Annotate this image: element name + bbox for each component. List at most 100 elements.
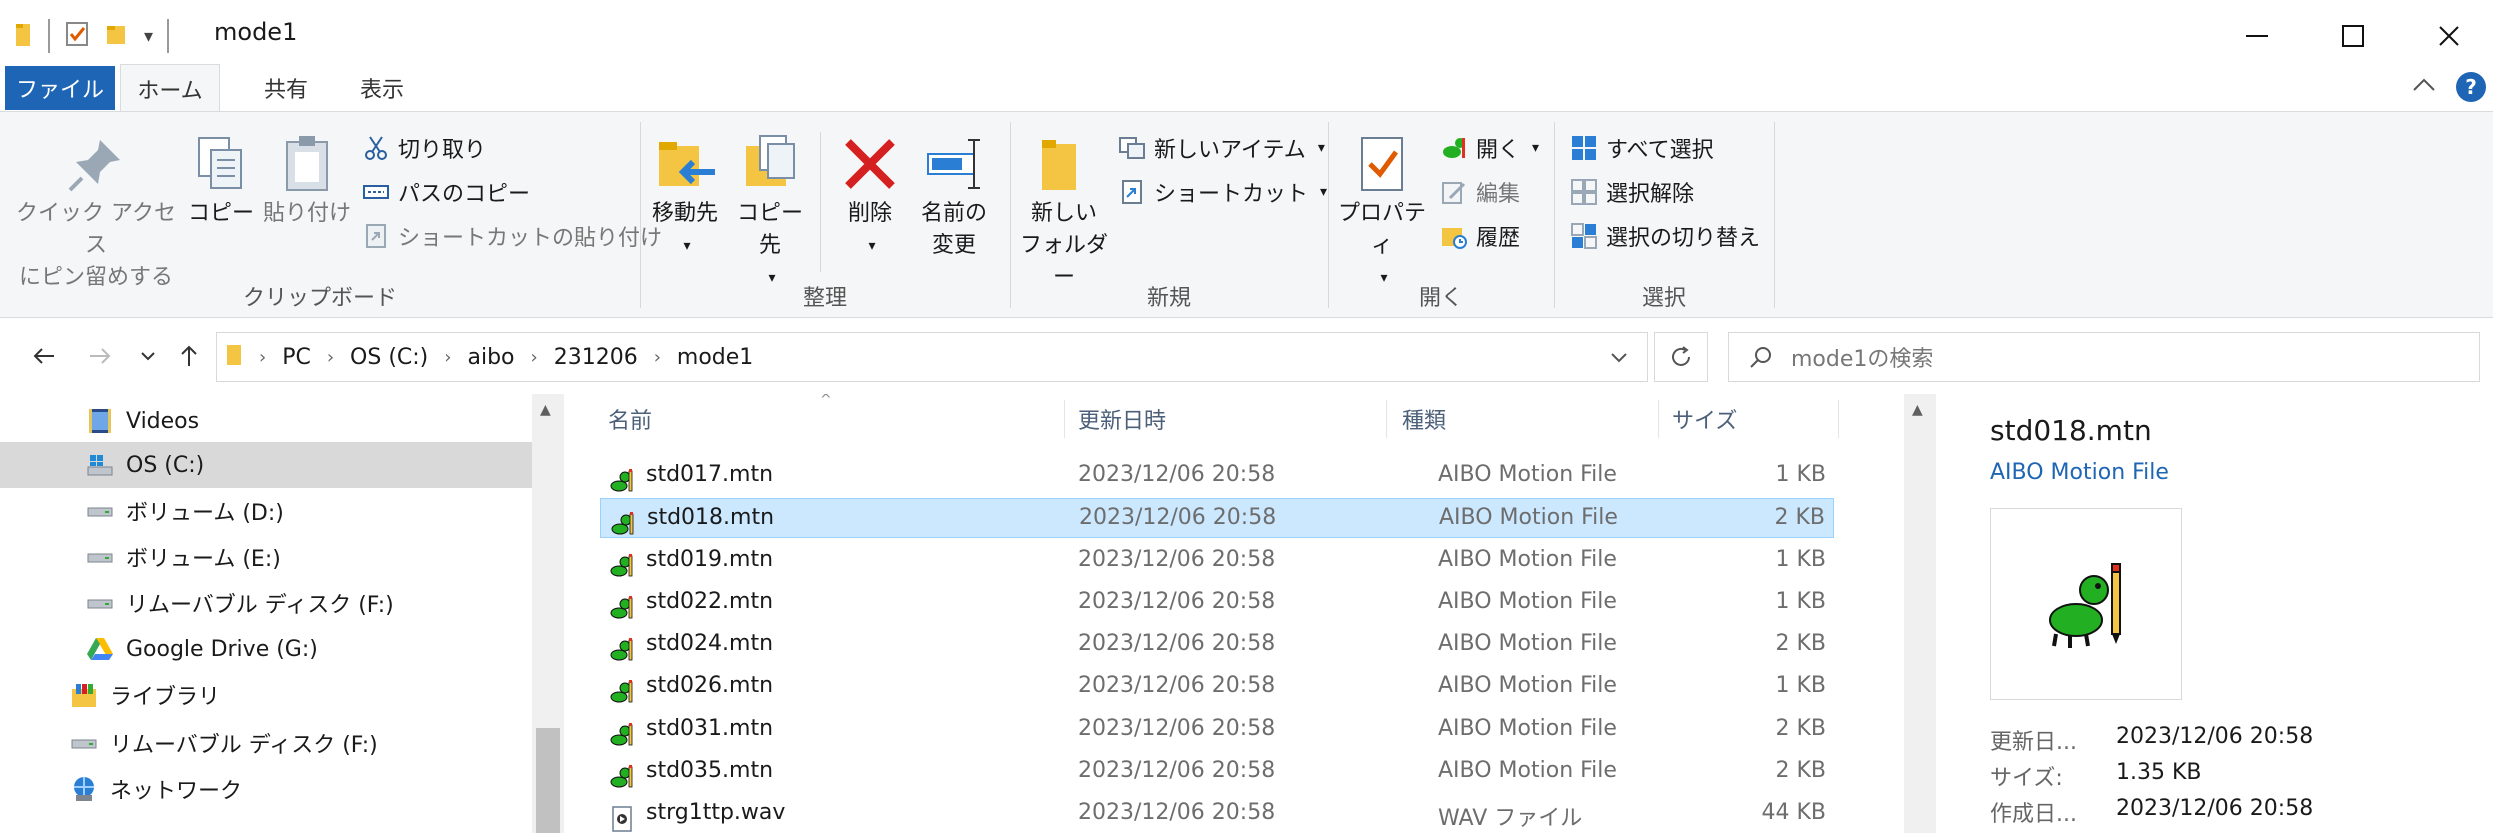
rename-button[interactable]: 名前の 変更: [912, 132, 996, 262]
forward-button[interactable]: [80, 338, 120, 374]
scroll-up-icon[interactable]: ▲: [1912, 402, 1923, 418]
back-button[interactable]: [24, 338, 64, 374]
modified-date-cell: 2023/12/06 20:58: [1078, 673, 1276, 698]
nav-item-label: OS (C:): [126, 452, 205, 478]
nav-item-removable-f[interactable]: リムーバブル ディスク (F:): [0, 580, 532, 626]
open-button[interactable]: 開く ▾: [1440, 132, 1539, 164]
copy-path-button[interactable]: パスのコピー: [362, 176, 530, 208]
address-history-dropdown[interactable]: [1610, 349, 1628, 368]
new-folder-icon[interactable]: [104, 20, 130, 52]
table-row[interactable]: strg1ttp.wav 2023/12/06 20:58 WAV ファイル 44 K…: [600, 794, 1834, 833]
cut-button[interactable]: 切り取り: [362, 132, 486, 164]
breadcrumb-separator[interactable]: ›: [654, 347, 661, 368]
column-header-type[interactable]: 種類: [1402, 394, 1446, 444]
nav-item-google-drive[interactable]: Google Drive (G:): [0, 626, 532, 672]
paste-shortcut-button[interactable]: ショートカットの貼り付け: [362, 220, 662, 252]
file-type-cell: AIBO Motion File: [1438, 631, 1617, 656]
scroll-up-icon[interactable]: ▲: [540, 402, 551, 418]
drive-icon: [71, 739, 97, 749]
invert-selection-button[interactable]: 選択の切り替え: [1570, 220, 1760, 252]
scrollbar-thumb[interactable]: [536, 728, 560, 833]
select-none-button[interactable]: 選択解除: [1570, 176, 1694, 208]
nav-item-label: ボリューム (E:): [126, 547, 281, 572]
copy-to-button[interactable]: コピー先 ▾: [728, 132, 812, 294]
edit-button[interactable]: 編集: [1440, 176, 1520, 208]
column-header-date[interactable]: 更新日時: [1078, 394, 1166, 444]
breadcrumb-aibo[interactable]: aibo: [467, 345, 514, 370]
history-label: 履歴: [1476, 226, 1521, 251]
delete-button[interactable]: 削除 ▾: [830, 132, 910, 262]
column-separator[interactable]: [1838, 400, 1839, 438]
ribbon-collapse-button[interactable]: [2412, 77, 2436, 96]
new-item-button[interactable]: 新しいアイテム ▾: [1118, 132, 1325, 164]
column-separator[interactable]: [1658, 400, 1659, 438]
breadcrumb-231206[interactable]: 231206: [554, 345, 638, 370]
minimize-icon: [2246, 35, 2268, 37]
breadcrumb-separator[interactable]: ›: [444, 347, 451, 368]
select-all-button[interactable]: すべて選択: [1570, 132, 1714, 164]
breadcrumb-mode1[interactable]: mode1: [677, 345, 753, 370]
table-row[interactable]: std031.mtn 2023/12/06 20:58 AIBO Motion Fi…: [600, 710, 1834, 750]
file-type-cell: AIBO Motion File: [1438, 716, 1617, 741]
nav-item-removable-f-root[interactable]: リムーバブル ディスク (F:): [0, 720, 532, 766]
new-folder-button[interactable]: 新しい フォルダー: [1016, 132, 1112, 294]
tab-view[interactable]: 表示: [332, 64, 432, 112]
nav-item-videos[interactable]: Videos: [0, 398, 532, 444]
up-button[interactable]: [174, 338, 204, 374]
file-type-cell: AIBO Motion File: [1438, 758, 1617, 783]
nav-item-os-drive[interactable]: OS (C:): [0, 442, 532, 488]
copy-button[interactable]: コピー: [186, 132, 256, 230]
file-size-cell: 2 KB: [1774, 505, 1825, 530]
properties-button[interactable]: プロパティ ▾: [1334, 132, 1430, 294]
refresh-button[interactable]: [1654, 332, 1708, 382]
tab-share[interactable]: 共有: [236, 64, 336, 112]
table-row[interactable]: std017.mtn 2023/12/06 20:58 AIBO Motion Fi…: [600, 456, 1834, 496]
details-pane: std018.mtn AIBO Motion File 更新日... 2023/…: [1950, 394, 2493, 833]
breadcrumb-os-drive[interactable]: OS (C:): [350, 345, 428, 370]
shortcut-label: ショートカット: [1154, 182, 1309, 207]
history-button[interactable]: 履歴: [1440, 220, 1520, 252]
table-row[interactable]: std024.mtn 2023/12/06 20:58 AIBO Motion Fi…: [600, 625, 1834, 665]
breadcrumb-separator[interactable]: ›: [531, 347, 538, 368]
properties-check-icon[interactable]: [64, 20, 90, 52]
select-all-label: すべて選択: [1606, 138, 1714, 163]
table-row[interactable]: std022.mtn 2023/12/06 20:58 AIBO Motion Fi…: [600, 583, 1834, 623]
table-row[interactable]: std018.mtn 2023/12/06 20:58 AIBO Motion Fi…: [600, 498, 1834, 538]
table-row[interactable]: std035.mtn 2023/12/06 20:58 AIBO Motion Fi…: [600, 752, 1834, 792]
copy-path-label: パスのコピー: [398, 182, 531, 207]
nav-item-library[interactable]: ライブラリ: [0, 672, 532, 718]
file-list-scrollbar[interactable]: ▲: [1904, 394, 1936, 833]
recent-locations-button[interactable]: [136, 338, 160, 374]
minimize-button[interactable]: [2210, 0, 2304, 72]
column-separator[interactable]: [1386, 400, 1387, 438]
file-name-cell: std017.mtn: [646, 462, 774, 487]
address-bar[interactable]: › PC › OS (C:) › aibo › 231206 › mode1: [216, 332, 1648, 382]
prop-value: 1.35 KB: [2116, 760, 2202, 785]
column-header-name[interactable]: 名前: [608, 394, 652, 444]
search-box[interactable]: mode1の検索: [1728, 332, 2480, 382]
nav-item-volume-e[interactable]: ボリューム (E:): [0, 534, 532, 580]
shortcut-button[interactable]: ショートカット ▾: [1118, 176, 1327, 208]
qat-dropdown-button[interactable]: ▾: [144, 26, 153, 47]
paste-button[interactable]: 貼り付け: [262, 132, 352, 230]
preview-file-name: std018.mtn: [1990, 414, 2152, 447]
nav-item-volume-d[interactable]: ボリューム (D:): [0, 488, 532, 534]
nav-item-network[interactable]: ネットワーク: [0, 766, 532, 812]
table-row[interactable]: std026.mtn 2023/12/06 20:58 AIBO Motion Fi…: [600, 667, 1834, 707]
maximize-button[interactable]: [2306, 0, 2400, 72]
close-button[interactable]: [2402, 0, 2493, 72]
navigation-scrollbar[interactable]: ▲: [532, 394, 564, 833]
file-size-cell: 1 KB: [1775, 673, 1826, 698]
refresh-icon: [1672, 346, 1690, 366]
move-to-button[interactable]: 移動先 ▾: [648, 132, 722, 262]
pin-to-quick-access-button[interactable]: クイック アクセス にピン留めする: [16, 132, 176, 294]
table-row[interactable]: std019.mtn 2023/12/06 20:58 AIBO Motion Fi…: [600, 541, 1834, 581]
rename-label-line1: 名前の: [920, 201, 987, 226]
column-separator[interactable]: [1064, 400, 1065, 438]
help-button[interactable]: ?: [2456, 72, 2486, 102]
tab-file[interactable]: ファイル: [5, 66, 115, 110]
column-header-size[interactable]: サイズ: [1672, 394, 1737, 444]
breadcrumb-pc[interactable]: PC: [282, 345, 311, 370]
breadcrumb-separator[interactable]: ›: [327, 347, 334, 368]
tab-home[interactable]: ホーム: [120, 64, 220, 112]
